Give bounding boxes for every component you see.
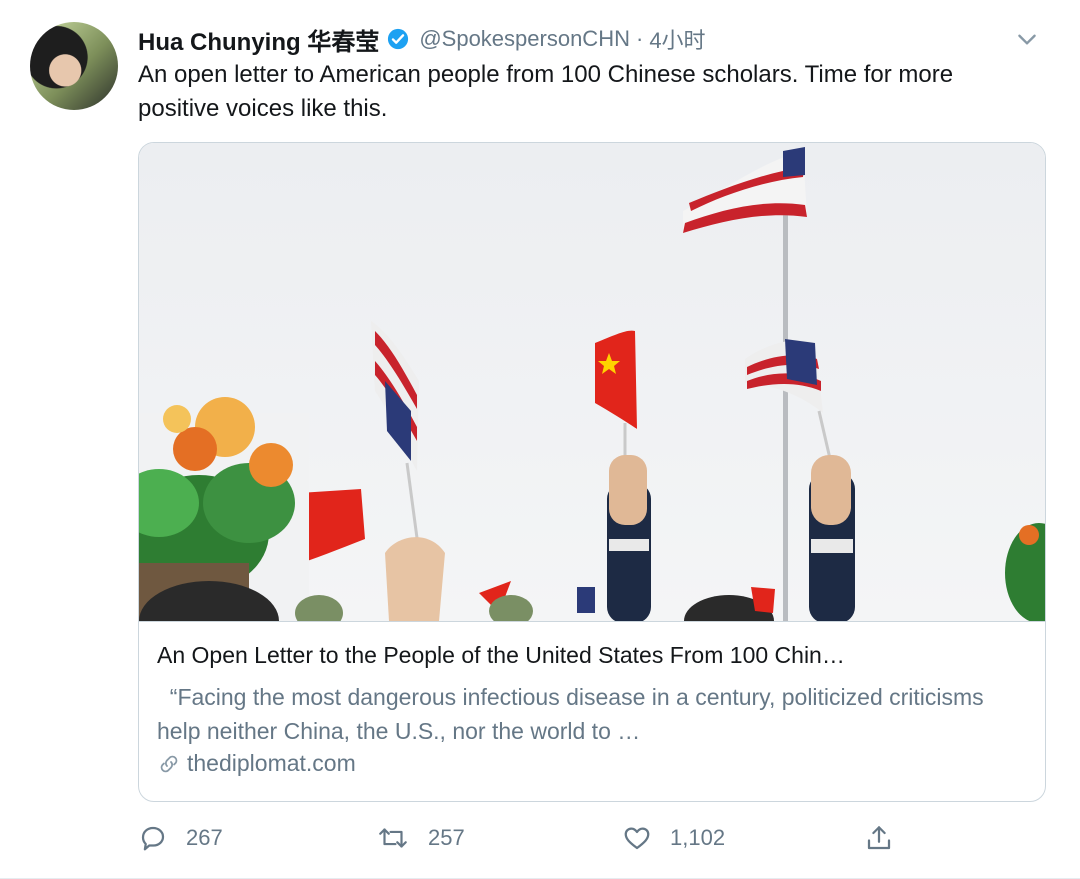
reply-icon bbox=[141, 826, 165, 851]
card-title[interactable]: An Open Letter to the People of the Unit… bbox=[157, 640, 1029, 670]
retweet-count: 257 bbox=[428, 825, 465, 850]
chevron-down-icon[interactable] bbox=[1014, 26, 1040, 52]
link-card[interactable]: An Open Letter to the People of the Unit… bbox=[138, 142, 1046, 802]
card-domain[interactable]: thediplomat.com bbox=[157, 750, 356, 777]
reply-button[interactable]: 267 bbox=[138, 816, 223, 860]
tweet-text: An open letter to American people from 1… bbox=[138, 61, 954, 122]
card-body[interactable]: An Open Letter to the People of the Unit… bbox=[139, 621, 1045, 801]
like-count: 1,102 bbox=[670, 825, 726, 850]
share-button[interactable] bbox=[864, 816, 912, 860]
reply-count: 267 bbox=[186, 825, 223, 850]
avatar[interactable] bbox=[30, 22, 118, 110]
card-image[interactable] bbox=[139, 143, 1046, 621]
card-domain-text: thediplomat.com bbox=[187, 750, 356, 776]
verified-badge-icon bbox=[388, 28, 409, 50]
tweet-timestamp[interactable]: 4小时 bbox=[649, 23, 705, 55]
author-name[interactable]: Hua Chunying 华春莹 bbox=[138, 22, 379, 57]
tweet-header: Hua Chunying 华春莹 @SpokespersonCHN · 4小时 bbox=[138, 22, 1040, 56]
author-handle[interactable]: @SpokespersonCHN bbox=[419, 26, 630, 52]
card-description: “Facing the most dangerous infectious di… bbox=[157, 684, 984, 744]
separator-dot: · bbox=[635, 26, 644, 51]
like-button[interactable]: 1,102 bbox=[622, 816, 725, 860]
retweet-button[interactable]: 257 bbox=[376, 816, 465, 860]
tweet-actions: 267 257 1,102 bbox=[138, 816, 918, 860]
share-icon bbox=[867, 826, 891, 850]
tweet[interactable]: Hua Chunying 华春莹 @SpokespersonCHN · 4小时 … bbox=[0, 0, 1080, 879]
like-icon bbox=[624, 827, 650, 850]
retweet-icon bbox=[379, 828, 407, 848]
link-icon bbox=[160, 755, 178, 772]
